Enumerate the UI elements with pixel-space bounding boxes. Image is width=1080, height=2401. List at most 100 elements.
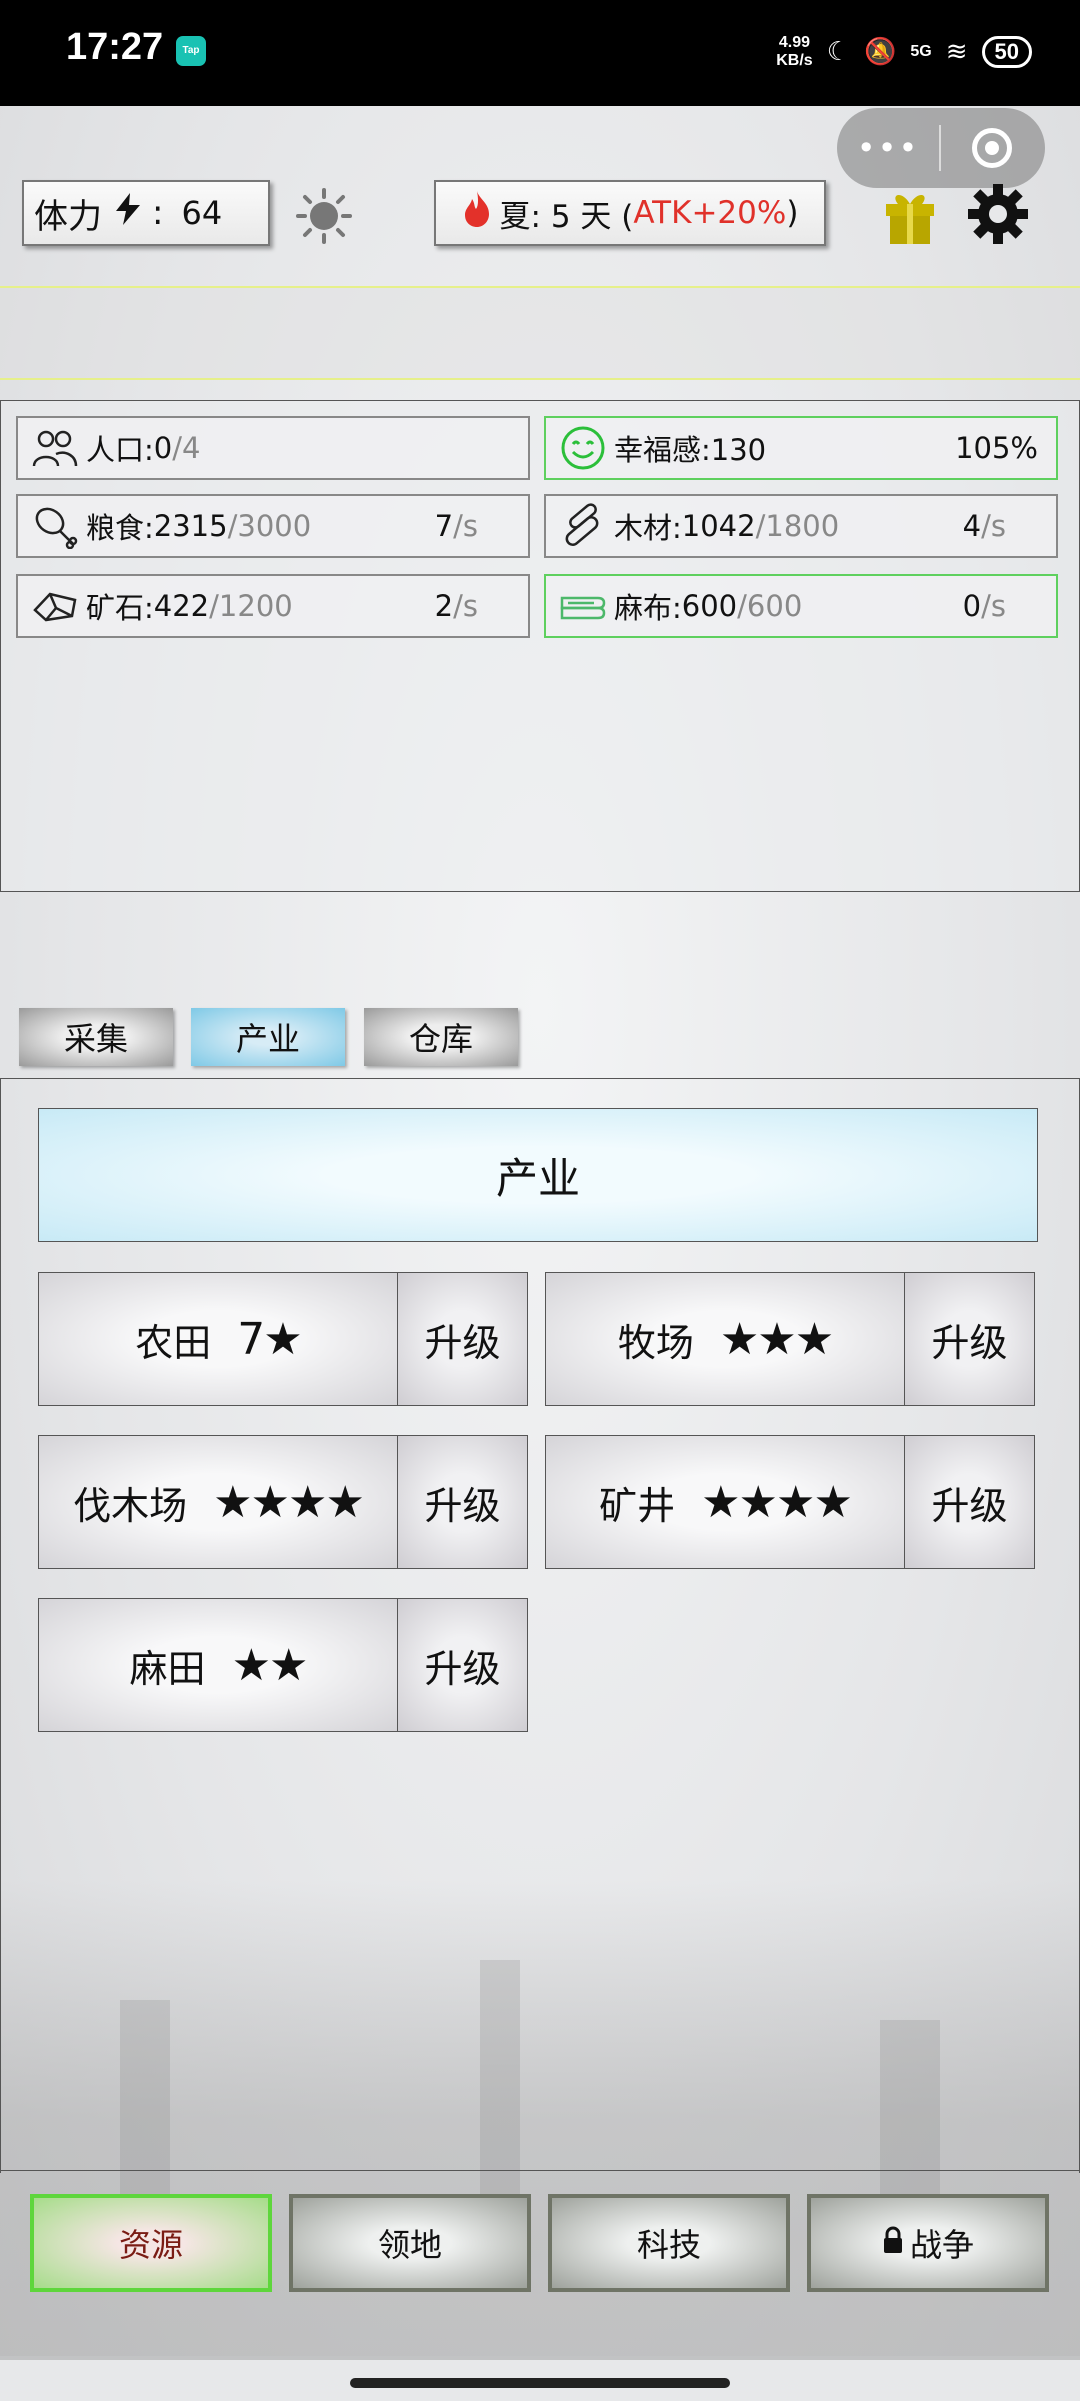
bell-muted-icon: 🔕	[864, 37, 897, 67]
industry-card-lumber: 伐木场 ★★★★ 升级	[38, 1435, 528, 1569]
taptap-icon: Tap	[176, 36, 206, 66]
rate-unit: /s	[981, 589, 1006, 623]
gear-icon[interactable]	[966, 182, 1030, 246]
industry-card-farm: 农田 7★ 升级	[38, 1272, 528, 1406]
resource-rate: 0/s	[963, 589, 1006, 623]
resource-wood: 木材: 1042/1800 4/s	[544, 494, 1058, 558]
industry-stars: ★★★★	[213, 1476, 365, 1528]
net-speed-unit: KB/s	[776, 52, 813, 69]
nav-war[interactable]: 战争	[807, 2194, 1049, 2292]
resource-label: 麻布:	[614, 591, 682, 625]
industry-card-ranch: 牧场 ★★★ 升级	[545, 1272, 1035, 1406]
rate-unit: /s	[453, 589, 478, 623]
resource-max: /3000	[227, 509, 312, 543]
cloth-icon	[558, 581, 608, 631]
wood-icon	[558, 501, 608, 551]
upgrade-button[interactable]: 升级	[905, 1272, 1035, 1406]
resource-happiness: 幸福感:130 105%	[544, 416, 1058, 480]
home-indicator[interactable]	[350, 2378, 730, 2388]
resource-current: 422	[153, 589, 210, 623]
stamina-display: 体力 : 64	[22, 180, 270, 246]
resource-rate: 7/s	[435, 509, 478, 543]
industry-stars: ★★★★	[701, 1476, 853, 1528]
tab-industry[interactable]: 产业	[191, 1008, 345, 1066]
industry-stars: ★★★	[719, 1313, 834, 1365]
resource-rate: 4/s	[963, 509, 1006, 543]
nav-territory[interactable]: 领地	[289, 2194, 531, 2292]
industry-info[interactable]: 农田 7★	[38, 1272, 398, 1406]
resource-label: 粮食:	[86, 511, 154, 545]
resource-food: 粮食: 2315/3000 7/s	[16, 494, 530, 558]
close-target-icon[interactable]	[941, 128, 1043, 168]
upgrade-button[interactable]: 升级	[905, 1435, 1035, 1569]
gift-icon[interactable]	[880, 186, 940, 246]
banner-band	[0, 286, 1080, 380]
lock-icon	[882, 2224, 904, 2262]
resource-current: 2315	[153, 509, 228, 543]
industry-card-flax: 麻田 ★★ 升级	[38, 1598, 528, 1732]
resource-max: /1200	[209, 589, 293, 623]
industry-stars: 7★	[237, 1313, 302, 1365]
rate-value: 4	[962, 509, 982, 543]
status-bar: 17:27 Tap 4.99 KB/s ☾ 🔕 5G ≋ 50	[0, 0, 1080, 106]
net-speed: 4.99 KB/s	[776, 34, 812, 70]
stamina-label: 体力	[34, 196, 102, 237]
net-speed-value: 4.99	[778, 34, 811, 51]
signal-icon: 5G	[910, 43, 932, 60]
resource-current: 0	[153, 431, 173, 465]
resource-population: 人口: 0/4	[16, 416, 530, 480]
resource-cloth: 麻布: 600/600 0/s	[544, 574, 1058, 638]
resource-max: /600	[737, 589, 803, 623]
resource-current: 600	[681, 589, 738, 623]
status-icons: 4.99 KB/s ☾ 🔕 5G ≋ 50	[776, 22, 1032, 82]
industry-stars: ★★	[231, 1639, 309, 1691]
resource-label: 人口:	[86, 433, 154, 467]
industry-card-mine: 矿井 ★★★★ 升级	[545, 1435, 1035, 1569]
resource-ore: 矿石: 422/1200 2/s	[16, 574, 530, 638]
ore-icon	[30, 581, 80, 631]
industry-name: 伐木场	[73, 1483, 188, 1528]
resource-rate: 2/s	[435, 589, 478, 623]
rate-value: 0	[962, 589, 982, 623]
status-time: 17:27	[66, 26, 164, 68]
people-icon	[30, 423, 80, 473]
rate-value: 7	[434, 509, 454, 543]
nav-resources[interactable]: 资源	[30, 2194, 272, 2292]
rate-unit: /s	[453, 509, 478, 543]
industry-name: 麻田	[129, 1646, 206, 1691]
resource-label: 木材:	[614, 511, 682, 545]
more-icon[interactable]: •••	[837, 129, 939, 167]
upgrade-button[interactable]: 升级	[398, 1435, 528, 1569]
section-title: 产业	[38, 1108, 1038, 1242]
tab-warehouse[interactable]: 仓库	[364, 1008, 518, 1066]
season-display: 夏: 5 天 ( ATK+20% )	[434, 180, 826, 246]
tab-gather[interactable]: 采集	[19, 1008, 173, 1066]
industry-name: 牧场	[617, 1320, 694, 1365]
upgrade-button[interactable]: 升级	[398, 1598, 528, 1732]
happiness-percent: 105%	[955, 431, 1038, 465]
lightning-icon	[114, 192, 142, 234]
battery-icon: 50	[981, 36, 1032, 68]
meat-icon	[30, 501, 80, 551]
sun-icon	[296, 188, 352, 244]
resource-max: /1800	[755, 509, 840, 543]
atk-bonus: ATK+20%	[633, 195, 787, 231]
fire-icon	[462, 191, 492, 235]
season-text: 夏: 5 天 (	[499, 198, 634, 235]
industry-info[interactable]: 麻田 ★★	[38, 1598, 398, 1732]
industry-name: 农田	[135, 1320, 212, 1365]
resource-max: /4	[172, 431, 201, 465]
nav-technology[interactable]: 科技	[548, 2194, 790, 2292]
stamina-value: 64	[181, 194, 223, 232]
stamina-sep: :	[152, 193, 164, 233]
rate-value: 2	[434, 589, 454, 623]
resource-label: 矿石:	[86, 591, 154, 625]
industry-info[interactable]: 牧场 ★★★	[545, 1272, 905, 1406]
nav-war-label: 战争	[909, 2226, 974, 2264]
rate-unit: /s	[981, 509, 1006, 543]
industry-info[interactable]: 伐木场 ★★★★	[38, 1435, 398, 1569]
resource-current: 1042	[681, 509, 756, 543]
industry-info[interactable]: 矿井 ★★★★	[545, 1435, 905, 1569]
upgrade-button[interactable]: 升级	[398, 1272, 528, 1406]
moon-icon: ☾	[826, 37, 850, 67]
